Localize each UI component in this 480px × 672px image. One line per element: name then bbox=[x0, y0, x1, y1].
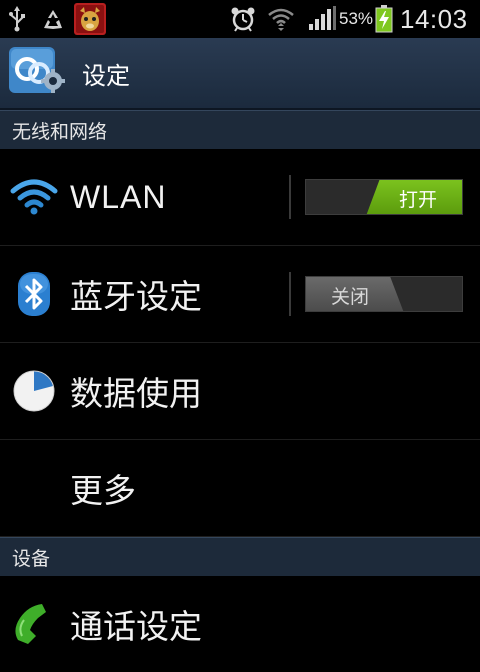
status-time: 14:03 bbox=[400, 3, 468, 34]
app-notification-icon bbox=[72, 0, 108, 38]
section-header-label: 无线和网络 bbox=[12, 120, 108, 143]
phone-icon bbox=[10, 600, 58, 648]
more-label: 更多 bbox=[70, 471, 136, 510]
wifi-icon bbox=[10, 173, 58, 221]
settings-row-wlan[interactable]: WLAN 打开 bbox=[0, 149, 480, 246]
battery-percent: 53% bbox=[339, 9, 374, 28]
row-divider bbox=[289, 175, 291, 219]
wlan-label: WLAN bbox=[70, 178, 167, 215]
settings-row-bluetooth[interactable]: 蓝牙设定 关闭 bbox=[0, 246, 480, 343]
pie-chart-icon bbox=[10, 367, 58, 415]
section-header-wireless: 无线和网络 bbox=[0, 110, 480, 149]
recycle-icon bbox=[38, 0, 68, 38]
settings-row-data-usage[interactable]: 数据使用 bbox=[0, 343, 480, 440]
toggle-knob: 关闭 bbox=[306, 277, 404, 311]
toggle-knob: 打开 bbox=[366, 180, 462, 214]
call-settings-label: 通话设定 bbox=[70, 607, 202, 646]
page-title: 设定 bbox=[82, 61, 130, 90]
data-usage-label: 数据使用 bbox=[70, 374, 202, 413]
bluetooth-label: 蓝牙设定 bbox=[70, 277, 202, 316]
usb-icon bbox=[4, 0, 30, 38]
status-bar: 53% 14:03 bbox=[0, 0, 480, 38]
row-divider bbox=[289, 272, 291, 316]
action-bar: 设定 bbox=[0, 38, 480, 110]
alarm-icon bbox=[226, 0, 260, 38]
section-header-label: 设备 bbox=[12, 547, 51, 570]
section-header-device: 设备 bbox=[0, 537, 480, 576]
bluetooth-icon bbox=[10, 270, 58, 318]
toggle-label: 打开 bbox=[398, 188, 437, 211]
toggle-label: 关闭 bbox=[330, 285, 369, 308]
settings-gear-icon[interactable] bbox=[9, 47, 65, 99]
battery-charging-icon bbox=[373, 0, 395, 38]
settings-row-more[interactable]: 更多 bbox=[0, 440, 480, 537]
bluetooth-toggle[interactable]: 关闭 bbox=[305, 276, 463, 312]
signal-icon bbox=[306, 0, 338, 38]
wifi-status-icon bbox=[266, 0, 296, 38]
wlan-toggle[interactable]: 打开 bbox=[305, 179, 463, 215]
settings-row-call[interactable]: 通话设定 bbox=[0, 576, 480, 672]
